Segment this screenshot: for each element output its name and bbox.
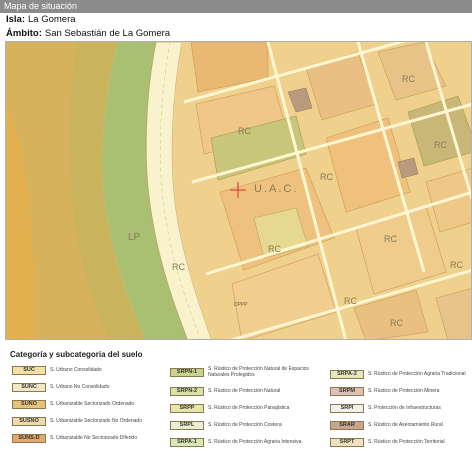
isla-value: La Gomera [28,14,76,25]
zone-label-rc-4: RC [344,296,357,306]
zone-label-rc-1: RC [238,126,251,136]
legend-label: S. Urbanizable No Sectorizado Diferido [50,435,137,441]
legend-swatch: SRPN-2 [170,386,204,396]
legend-item-srpa-1: SRPA-1 S. Rústico de Protección Agraria … [170,436,326,448]
legend-swatch: SUNC [12,382,46,392]
legend-swatch: SRPA-1 [170,437,204,447]
zone-label-code: DPPP [234,302,248,308]
map-title: Mapa de situación [4,1,78,11]
zoning-map[interactable]: RC RC RC RC RC RC RC RC LP RC RC U.A.C. … [5,41,472,340]
map-title-bar: Mapa de situación [0,0,472,13]
legend-label: S. Rústico de Protección Natural [208,388,281,394]
legend-item-suc: SUC S. Urbano Consolidado [12,364,168,376]
zoning-map-svg[interactable]: RC RC RC RC RC RC RC RC LP RC RC U.A.C. … [6,42,472,340]
legend-swatch: SUSNO [12,416,46,426]
zone-label-lp: LP [128,232,141,243]
legend-item-srar: SRAR S. Rústico de Asentamiento Rural [330,419,468,431]
legend-label: S. Protección de Infraestructuras [368,405,441,411]
ambito-label: Ámbito: [6,28,42,39]
legend-item-srpi: SRPI S. Protección de Infraestructuras [330,402,468,414]
legend-swatch: SRPA-2 [330,369,364,379]
isla-label: Isla: [6,14,26,25]
legend-swatch: SUC [12,365,46,375]
legend-label: S. Rústico de Protección Minera [368,388,440,394]
legend-item-srpm: SRPM S. Rústico de Protección Minera [330,385,468,397]
legend-item-suns-d: SUNS-D S. Urbanizable No Sectorizado Dif… [12,432,168,444]
legend-swatch: SRPN-1 [170,367,204,377]
legend-item-srpn-1: SRPN-1 S. Rústico de Protección Natural … [170,366,326,378]
zone-label-rc-9: RC [172,262,185,272]
legend-label: S. Rústico de Asentamiento Rural [368,422,443,428]
zone-label-rc-8: RC [390,318,403,328]
urban-block-small-2 [397,157,419,179]
legend-swatch: SRPM [330,386,364,396]
legend-item-susno: SUSNO S. Urbanizable Sectorizado No Orde… [12,415,168,427]
legend-label: S. Urbano No Consolidado [50,384,110,390]
legend-swatch: SRAR [330,420,364,430]
zone-label-rc-3: RC [268,244,281,254]
legend-label: S. Rústico de Protección Paisajística [208,405,290,411]
legend-swatch: SRPI [330,403,364,413]
isla-line: Isla: La Gomera [6,14,76,25]
legend-swatch: SRPL [170,420,204,430]
ambito-line: Ámbito: San Sebastián de La Gomera [6,28,170,39]
legend-item-srpt: SRPT S. Rústico de Protección Territoria… [330,436,468,448]
zone-label-rc-7: RC [434,140,447,150]
legend-title: Categoría y subcategoría del suelo [10,350,143,359]
legend-label: S. Rústico de Protección Natural de Espa… [208,366,309,378]
legend-item-srpn-2: SRPN-2 S. Rústico de Protección Natural [170,385,326,397]
legend-label: S. Rústico de Protección Territorial [368,439,445,445]
zone-label-uac: U.A.C. [254,183,298,195]
legend-swatch: SRPP [170,403,204,413]
legend-label: S. Urbano Consolidado [50,367,102,373]
legend-swatch: SUNO [12,399,46,409]
legend-label: S. Rústico de Protección Costera [208,422,282,428]
legend-swatch: SUNS-D [12,433,46,443]
zone-label-rc-5: RC [384,234,397,244]
legend-label: S. Urbanizable Sectorizado No Ordenado [50,418,142,424]
legend-label: S. Rústico de Protección Agraria Intensi… [208,439,302,445]
legend-label: S. Urbanizable Sectorizado Ordenado [50,401,135,407]
zone-label-rc-6: RC [402,74,415,84]
legend-item-suno: SUNO S. Urbanizable Sectorizado Ordenado [12,398,168,410]
legend-item-sunc: SUNC S. Urbano No Consolidado [12,381,168,393]
legend-item-srpa-2: SRPA-2 S. Rústico de Protección Agraria … [330,368,468,380]
legend-swatch: SRPT [330,437,364,447]
zone-label-rc-10: RC [450,260,463,270]
legend-item-srpp: SRPP S. Rústico de Protección Paisajísti… [170,402,326,414]
legend-label: S. Rústico de Protección Agraria Tradici… [368,371,466,377]
legend-item-srpl: SRPL S. Rústico de Protección Costera [170,419,326,431]
ambito-value: San Sebastián de La Gomera [44,28,171,39]
zone-label-rc-2: RC [320,172,333,182]
